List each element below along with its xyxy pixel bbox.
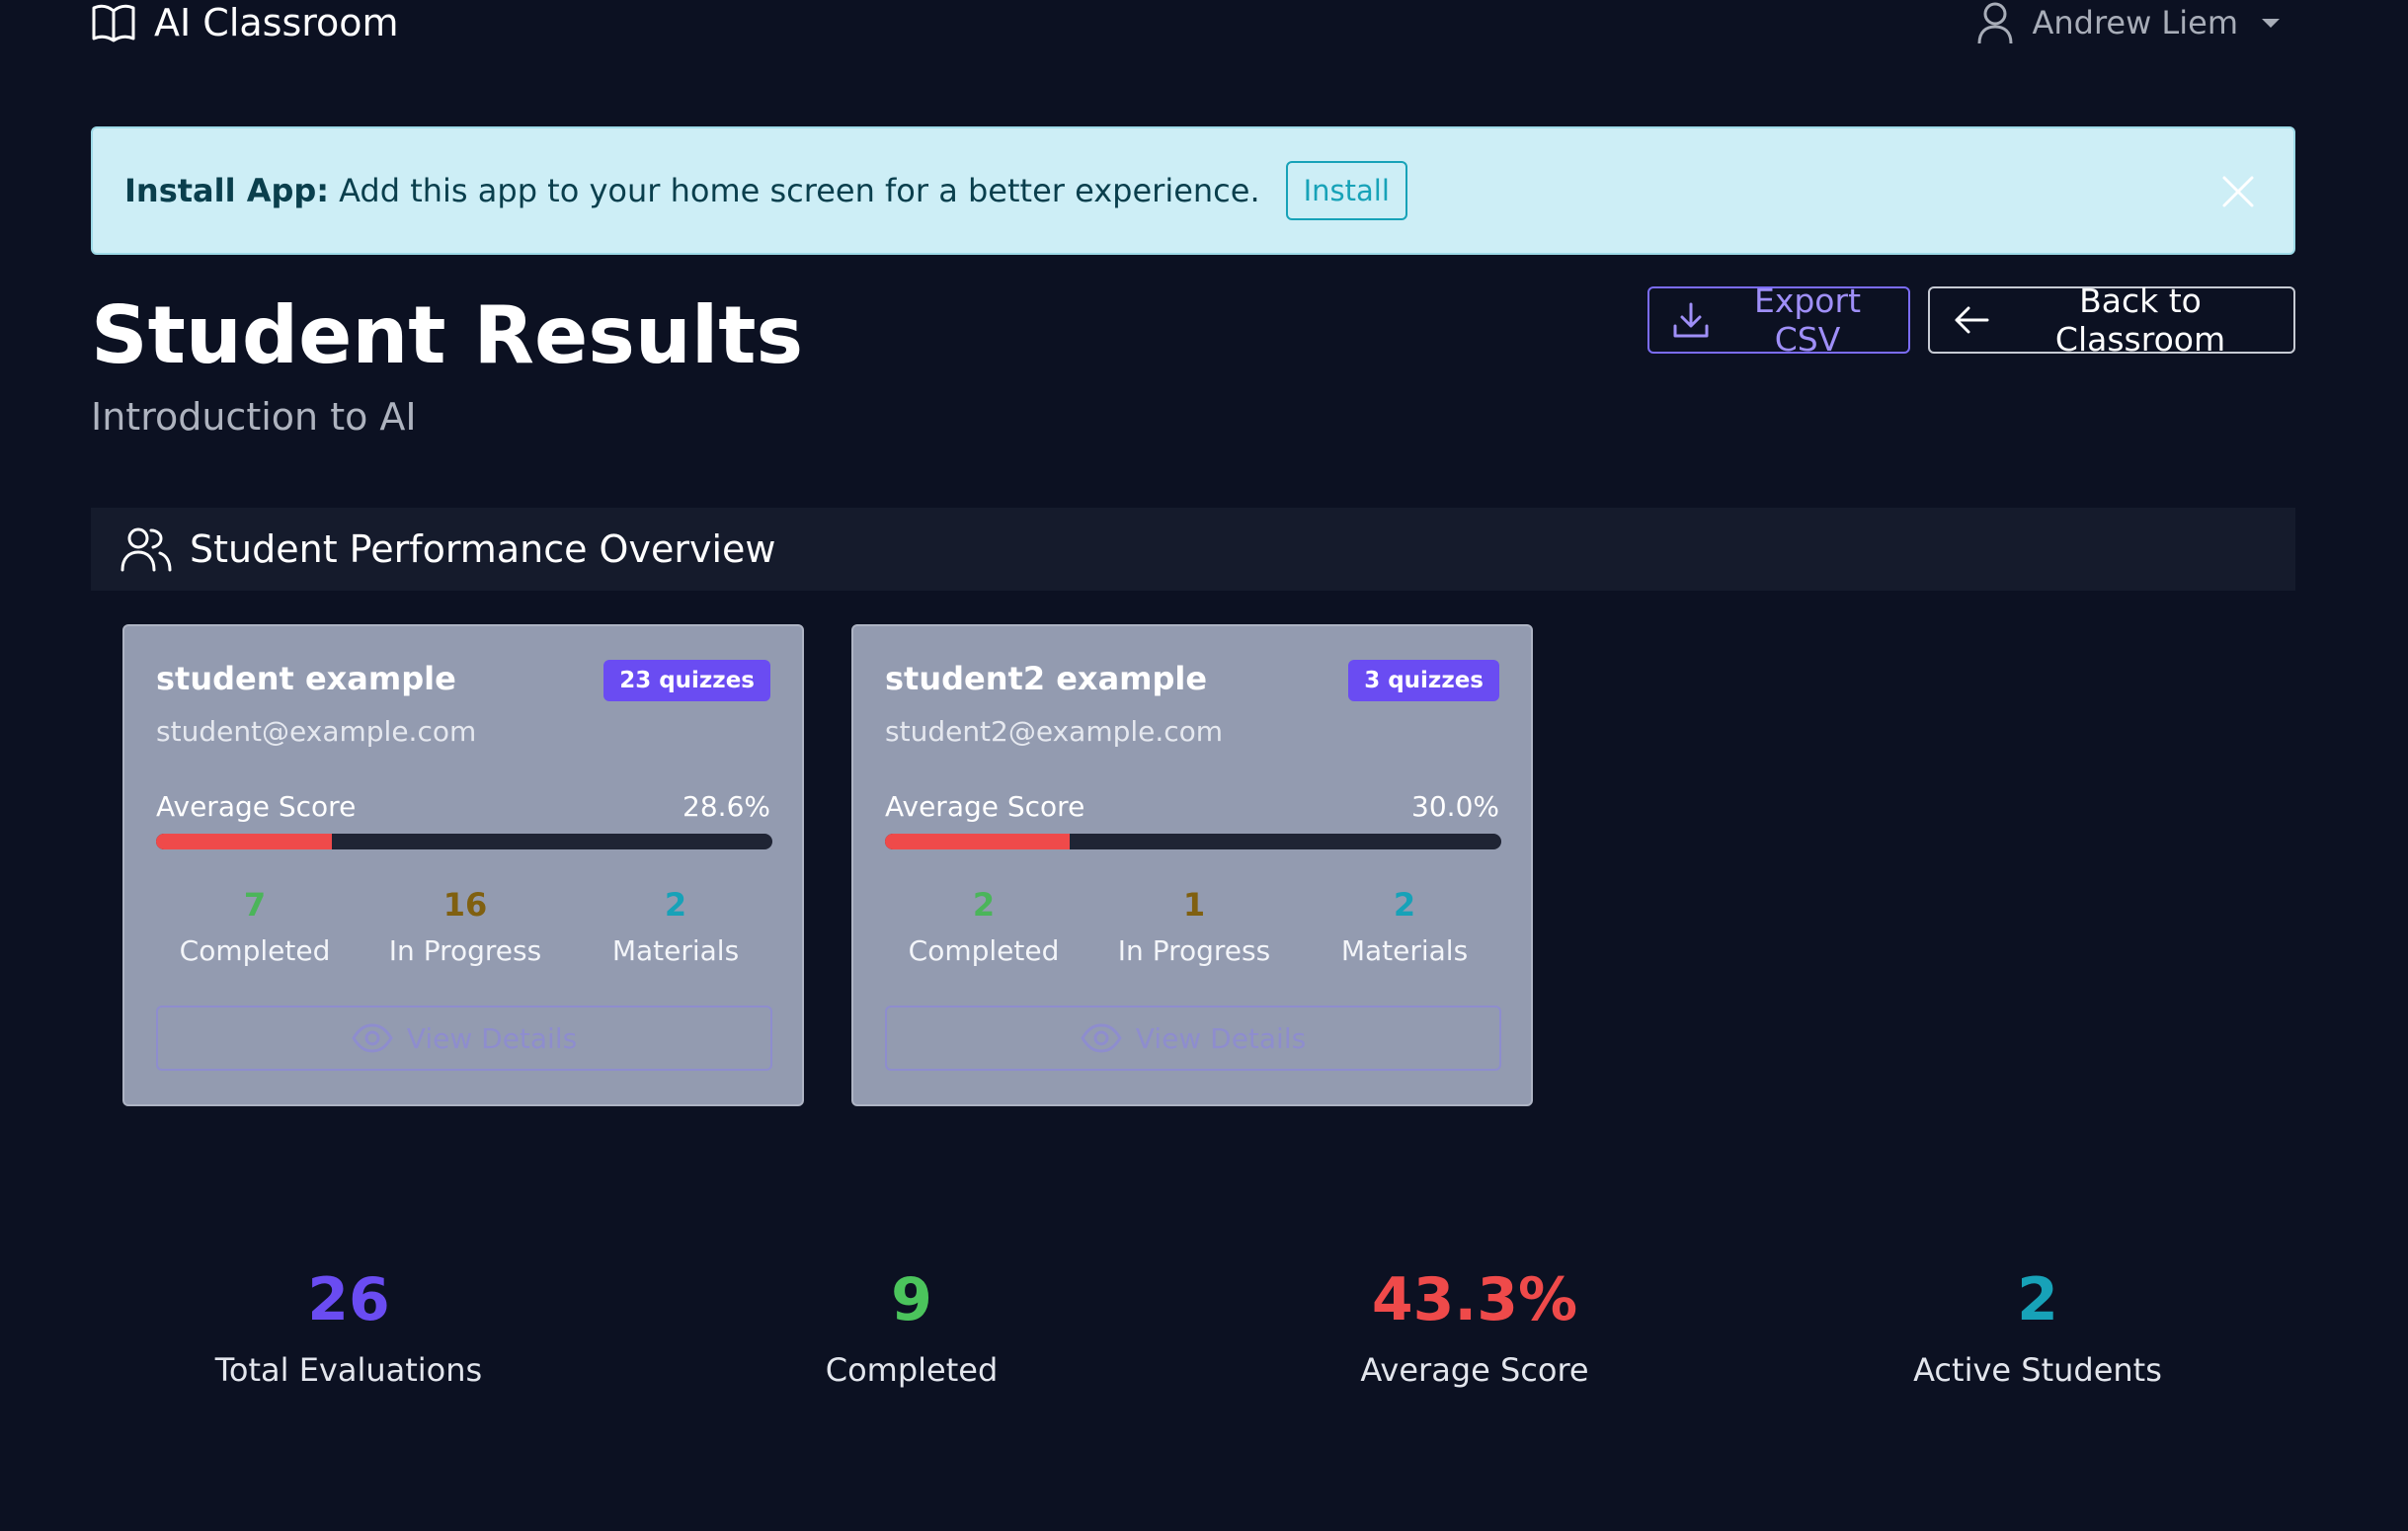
- summary-label: Active Students: [1913, 1351, 2162, 1389]
- install-button[interactable]: Install: [1285, 161, 1407, 220]
- close-icon[interactable]: [2210, 164, 2266, 219]
- eye-icon: [1081, 1023, 1122, 1053]
- average-score-value: 30.0%: [1411, 790, 1499, 823]
- summary-completed: 9 Completed: [635, 1264, 1188, 1389]
- completed-stat: 2 Completed: [873, 885, 1094, 967]
- score-progress-fill: [885, 834, 1071, 849]
- in-progress-stat: 1 In Progress: [1084, 885, 1305, 967]
- summary-value: 2: [2017, 1265, 2058, 1334]
- view-details-button[interactable]: View Details: [156, 1006, 772, 1071]
- arrow-left-icon: [1952, 300, 1991, 340]
- summary-value: 43.3%: [1371, 1265, 1578, 1334]
- summary-label: Completed: [825, 1351, 999, 1389]
- summary-value: 26: [307, 1265, 390, 1334]
- summary-label: Total Evaluations: [214, 1351, 483, 1389]
- score-progress-bar: [885, 834, 1501, 849]
- brand[interactable]: AI Classroom: [91, 0, 399, 45]
- install-banner-label: Install App:: [124, 172, 330, 209]
- download-icon: [1671, 300, 1711, 340]
- materials-count: 2: [664, 886, 687, 924]
- eye-icon: [352, 1023, 393, 1053]
- average-score-value: 28.6%: [682, 790, 770, 823]
- student-name: student2 example: [885, 660, 1208, 697]
- overview-title: Student Performance Overview: [190, 527, 776, 571]
- view-details-button[interactable]: View Details: [885, 1006, 1501, 1071]
- summary-active-students: 2 Active Students: [1761, 1264, 2314, 1389]
- student-card: student2 example 3 quizzes student2@exam…: [851, 624, 1533, 1106]
- users-icon: [120, 526, 172, 572]
- quiz-count-badge: 23 quizzes: [603, 660, 770, 701]
- overview-header: Student Performance Overview: [91, 508, 2295, 591]
- install-banner: Install App: Add this app to your home s…: [91, 126, 2295, 255]
- back-to-classroom-label: Back to Classroom: [2054, 282, 2226, 359]
- completed-count: 2: [972, 886, 996, 924]
- materials-stat: 2 Materials: [1294, 885, 1515, 967]
- in-progress-stat: 16 In Progress: [355, 885, 576, 967]
- materials-count: 2: [1393, 886, 1416, 924]
- export-csv-label: Export CSV: [1753, 282, 1862, 359]
- completed-count: 7: [243, 886, 267, 924]
- user-menu[interactable]: Andrew Liem: [1976, 0, 2280, 45]
- in-progress-label: In Progress: [388, 934, 542, 967]
- completed-label: Completed: [179, 934, 331, 967]
- student-email: student@example.com: [156, 715, 477, 748]
- in-progress-count: 16: [442, 886, 488, 924]
- install-banner-message: Add this app to your home screen for a b…: [339, 172, 1260, 209]
- user-icon: [1976, 1, 2014, 44]
- score-progress-fill: [156, 834, 333, 849]
- materials-stat: 2 Materials: [565, 885, 786, 967]
- summary-label: Average Score: [1360, 1351, 1589, 1389]
- page-title: Student Results: [91, 289, 804, 381]
- in-progress-label: In Progress: [1117, 934, 1271, 967]
- book-icon: [91, 3, 136, 42]
- view-details-label: View Details: [406, 1021, 578, 1055]
- quiz-count-badge: 3 quizzes: [1348, 660, 1499, 701]
- completed-stat: 7 Completed: [144, 885, 365, 967]
- brand-name: AI Classroom: [154, 1, 399, 44]
- in-progress-count: 1: [1182, 886, 1206, 924]
- score-progress-bar: [156, 834, 772, 849]
- user-name: Andrew Liem: [2032, 4, 2238, 41]
- summary-total-evaluations: 26 Total Evaluations: [72, 1264, 625, 1389]
- materials-label: Materials: [611, 934, 740, 967]
- average-score-label: Average Score: [156, 790, 357, 823]
- summary-value: 9: [891, 1265, 932, 1334]
- summary-average-score: 43.3% Average Score: [1198, 1264, 1751, 1389]
- chevron-down-icon: [2262, 18, 2280, 28]
- completed-label: Completed: [908, 934, 1060, 967]
- student-name: student example: [156, 660, 456, 697]
- average-score-label: Average Score: [885, 790, 1085, 823]
- back-to-classroom-button[interactable]: Back to Classroom: [1928, 282, 2295, 359]
- materials-label: Materials: [1340, 934, 1469, 967]
- student-email: student2@example.com: [885, 715, 1224, 748]
- view-details-label: View Details: [1135, 1021, 1307, 1055]
- student-card: student example 23 quizzes student@examp…: [122, 624, 804, 1106]
- export-csv-button[interactable]: Export CSV: [1647, 282, 1910, 359]
- page-subtitle: Introduction to AI: [91, 395, 417, 439]
